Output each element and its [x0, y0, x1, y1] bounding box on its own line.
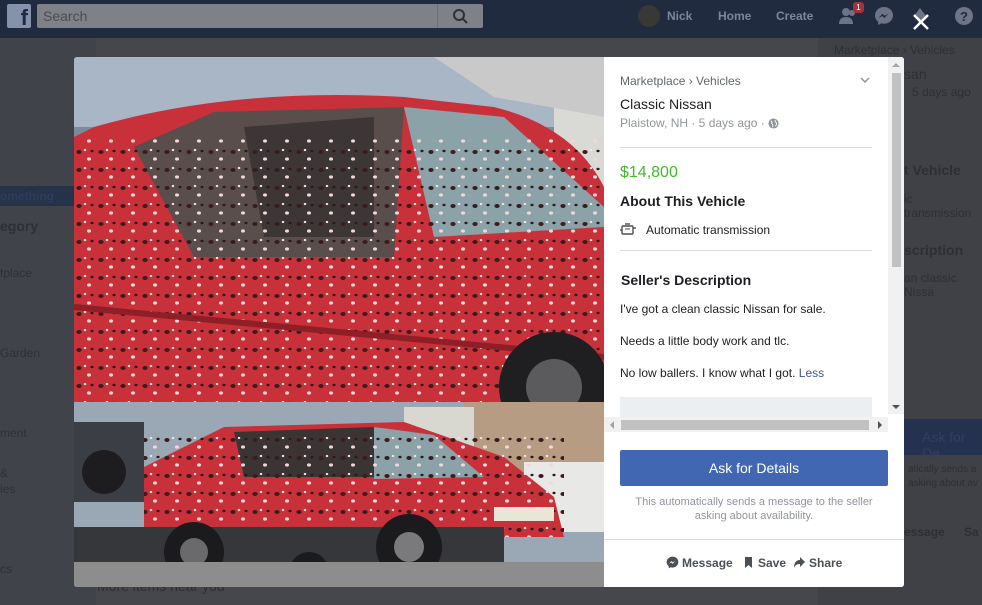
messenger-icon	[666, 556, 679, 569]
bg-note: atically sends a	[908, 464, 977, 475]
share-icon	[794, 557, 805, 568]
bg-message: essage	[904, 525, 945, 539]
description-line: Needs a little body work and tlc.	[620, 334, 790, 348]
search-icon	[453, 9, 468, 24]
horizontal-scroll-thumb[interactable]	[621, 420, 869, 430]
bg-title: san	[904, 66, 927, 82]
description-line: No low ballers. I know what I got. Less	[620, 366, 824, 380]
breadcrumb[interactable]: Marketplace › Vehicles	[620, 74, 741, 88]
message-button[interactable]: Message	[666, 556, 733, 570]
bg-sidebar-item: ment	[0, 426, 27, 440]
bg-sidebar-item: &	[0, 466, 9, 480]
bg-transmission: ic transmission	[904, 192, 972, 220]
bg-sidebar-item: ies	[0, 482, 16, 496]
messenger-icon[interactable]	[874, 6, 894, 26]
bg-sidebar-item: tplace	[0, 266, 33, 280]
description-line: I've got a clean classic Nissan for sale…	[620, 302, 826, 316]
scroll-left-arrow-icon[interactable]	[608, 421, 616, 429]
message-label: Message	[682, 556, 733, 570]
vertical-scroll-thumb[interactable]	[892, 73, 901, 267]
bg-ask-button: Ask for De	[904, 419, 982, 461]
facebook-logo-icon[interactable]: f	[7, 4, 31, 28]
close-icon[interactable]	[910, 11, 932, 33]
listing-meta: Plaistow, NH · 5 days ago ·	[620, 116, 779, 130]
listing-details-panel: Marketplace › Vehicles Classic Nissan Pl…	[604, 57, 904, 587]
top-navbar: f Nick Home Create 1 ?	[0, 0, 982, 38]
share-label: Share	[809, 556, 843, 570]
car-photo-image	[74, 57, 604, 587]
bg-sidebar-item: cs	[0, 562, 12, 576]
chevron-down-icon[interactable]	[859, 74, 871, 86]
listing-photo[interactable]	[74, 57, 604, 587]
bg-sidebar-item: Garden	[0, 346, 41, 360]
about-heading: About This Vehicle	[620, 193, 746, 209]
friend-requests-badge: 1	[853, 2, 864, 13]
location-map[interactable]	[620, 397, 872, 417]
listing-price: $14,800	[620, 164, 678, 181]
bg-description-heading: scription	[904, 242, 964, 258]
divider	[604, 539, 904, 540]
svg-text:?: ?	[960, 9, 968, 24]
listing-title: Classic Nissan	[620, 96, 712, 112]
search-button[interactable]	[437, 4, 483, 28]
avatar[interactable]	[638, 5, 660, 27]
bg-save: Sa	[964, 525, 979, 539]
nav-profile-link[interactable]: Nick	[667, 9, 692, 23]
listing-meta-text: Plaistow, NH · 5 days ago ·	[620, 116, 765, 130]
bg-sidebar-item: omething	[0, 186, 82, 206]
nav-create-link[interactable]: Create	[776, 9, 813, 23]
transmission-icon	[620, 223, 636, 235]
scroll-up-arrow-icon[interactable]	[892, 61, 900, 69]
bg-sidebar-item: egory	[0, 218, 39, 234]
horizontal-scrollbar[interactable]	[604, 417, 888, 432]
share-button[interactable]: Share	[793, 556, 842, 570]
ask-for-details-button[interactable]: Ask for Details	[620, 450, 888, 486]
description-heading: Seller's Description	[621, 272, 752, 288]
search-bar[interactable]	[37, 4, 483, 28]
less-link[interactable]: Less	[799, 366, 824, 380]
help-icon[interactable]: ?	[954, 6, 974, 26]
bg-breadcrumb: Marketplace › Vehicles	[834, 43, 955, 57]
save-button[interactable]: Save	[742, 556, 786, 570]
bg-meta: 5 days ago	[912, 85, 971, 99]
search-input[interactable]	[37, 4, 437, 28]
listing-modal: Marketplace › Vehicles Classic Nissan Pl…	[74, 57, 904, 587]
bookmark-icon	[745, 557, 752, 568]
bg-description: an classic Nissa	[904, 271, 957, 299]
scroll-down-arrow-icon[interactable]	[892, 403, 900, 411]
scroll-right-arrow-icon[interactable]	[876, 421, 884, 429]
bg-note: asking about av	[908, 478, 979, 489]
globe-icon	[768, 118, 779, 129]
save-label: Save	[758, 556, 787, 570]
auto-message-note: This automatically sends a message to th…	[635, 496, 873, 522]
divider	[620, 250, 872, 251]
bg-about-heading: t Vehicle	[904, 162, 961, 178]
vertical-scrollbar[interactable]	[888, 57, 904, 414]
description-line-text: No low ballers. I know what I got.	[620, 366, 796, 380]
nav-home-link[interactable]: Home	[718, 9, 751, 23]
divider	[620, 147, 872, 148]
transmission-text: Automatic transmission	[646, 223, 771, 237]
